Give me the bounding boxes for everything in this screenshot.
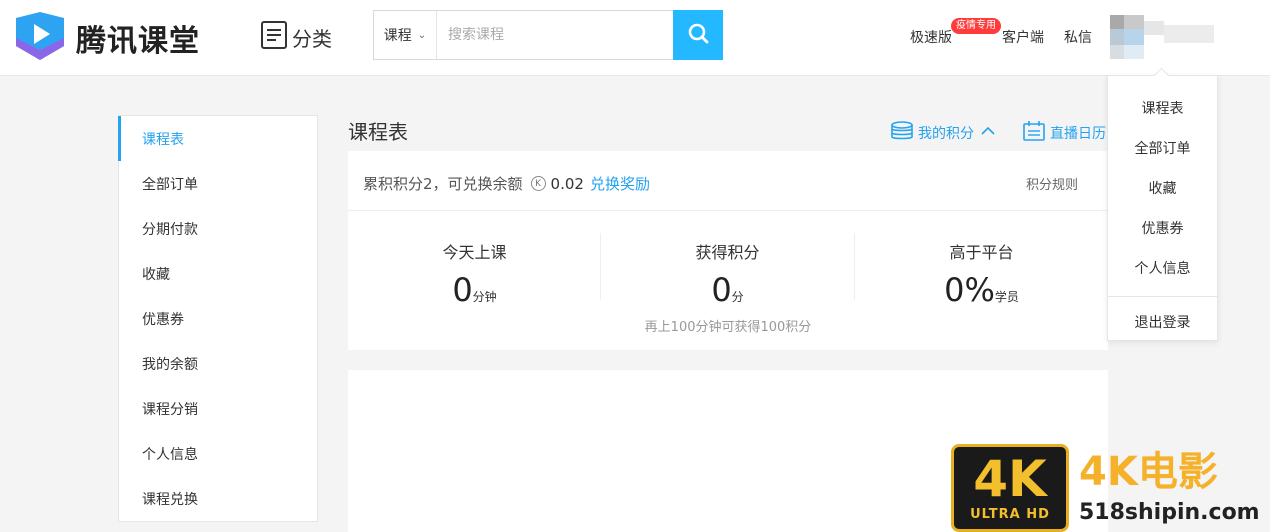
- menu-item-orders[interactable]: 全部订单: [1108, 138, 1217, 158]
- watermark-badge-sub: ULTRA HD: [970, 507, 1050, 522]
- my-points-label: 我的积分: [918, 126, 974, 142]
- watermark-badge: 4K ULTRA HD: [951, 444, 1069, 532]
- stat-label: 获得积分: [695, 243, 760, 262]
- search-icon: [687, 22, 709, 48]
- stat-label: 高于平台: [949, 243, 1014, 262]
- calendar-icon: [1023, 121, 1050, 145]
- stat-value: 0%学员: [855, 271, 1108, 309]
- avatar-pixel: [1124, 45, 1144, 59]
- points-summary: 累积积分2，可兑换余额 K 0.02 兑换奖励: [363, 173, 650, 194]
- chevron-up-icon: [974, 125, 996, 141]
- search-bar: 课程 ⌄: [373, 10, 723, 60]
- category-list-icon: [260, 20, 288, 54]
- search-type-select[interactable]: 课程 ⌄: [374, 11, 437, 59]
- client-link[interactable]: 客户端: [1002, 27, 1044, 47]
- avatar-pixel: [1124, 15, 1144, 29]
- sidebar-item-coupons[interactable]: 优惠券: [119, 296, 317, 341]
- avatar-pixel: [1124, 29, 1144, 45]
- live-calendar-label: 直播日历: [1050, 126, 1106, 142]
- sidebar-item-installments[interactable]: 分期付款: [119, 206, 317, 251]
- sidebar-item-profile[interactable]: 个人信息: [119, 431, 317, 476]
- sidebar: 课程表 全部订单 分期付款 收藏 优惠券 我的余额 课程分销 个人信息 课程兑换: [118, 115, 318, 522]
- page-title: 课程表: [348, 120, 408, 144]
- search-type-label: 课程: [383, 28, 412, 44]
- stat-points-earned: 获得积分 0分: [601, 239, 854, 309]
- watermark-title: 4K电影: [1079, 449, 1218, 495]
- points-summary-row: 累积积分2，可兑换余额 K 0.02 兑换奖励 积分规则: [348, 151, 1108, 211]
- logout-button[interactable]: 退出登录: [1108, 312, 1217, 332]
- watermark-badge-main: 4K: [973, 450, 1047, 508]
- points-card: 累积积分2，可兑换余额 K 0.02 兑换奖励 积分规则 今天上课 0分钟 获得…: [348, 151, 1108, 350]
- lite-badge: 疫情专用: [951, 18, 1001, 34]
- menu-divider: [1108, 296, 1217, 297]
- stat-value: 0分: [601, 271, 854, 309]
- stat-label: 今天上课: [442, 243, 507, 262]
- sidebar-item-favorites[interactable]: 收藏: [119, 251, 317, 296]
- stat-unit: 分钟: [472, 290, 497, 304]
- avatar-pixel: [1144, 21, 1164, 35]
- stat-value: 0分钟: [348, 271, 601, 309]
- points-summary-text: 累积积分2，可兑换余额: [363, 175, 523, 193]
- avatar-pixel: [1110, 29, 1124, 45]
- redeemable-balance: 0.02: [550, 174, 584, 193]
- search-button[interactable]: [673, 10, 723, 60]
- top-header: 腾讯课堂 分类 课程 ⌄ 极速版 疫情专用: [0, 0, 1270, 76]
- menu-item-profile[interactable]: 个人信息: [1108, 258, 1217, 278]
- menu-item-favorites[interactable]: 收藏: [1108, 178, 1217, 198]
- avatar[interactable]: [1110, 15, 1215, 59]
- stat-unit: 学员: [994, 290, 1019, 304]
- coin-icon: K: [530, 176, 546, 191]
- watermark: 4K ULTRA HD 4K电影 518shipin.com: [951, 444, 1270, 532]
- avatar-pixel: [1110, 15, 1124, 29]
- points-hint: 再上100分钟可获得100积分: [644, 320, 812, 335]
- category-menu[interactable]: 分类: [260, 20, 332, 54]
- chevron-down-icon: ⌄: [417, 29, 427, 41]
- avatar-pixel: [1164, 25, 1214, 43]
- live-calendar-link[interactable]: 直播日历: [1023, 121, 1106, 145]
- menu-item-schedule[interactable]: 课程表: [1108, 98, 1217, 118]
- sidebar-item-distribution[interactable]: 课程分销: [119, 386, 317, 431]
- my-points-toggle[interactable]: 我的积分: [890, 121, 996, 145]
- sidebar-item-balance[interactable]: 我的余额: [119, 341, 317, 386]
- stat-today-class: 今天上课 0分钟: [348, 239, 601, 309]
- logo-text: 腾讯课堂: [76, 24, 200, 59]
- database-icon: [890, 121, 918, 145]
- redeem-reward-link[interactable]: 兑换奖励: [590, 173, 650, 194]
- stat-number: 0: [711, 271, 732, 309]
- avatar-pixel: [1110, 45, 1124, 59]
- message-link[interactable]: 私信: [1064, 27, 1092, 47]
- watermark-url: 518shipin.com: [1079, 500, 1260, 525]
- stat-number: 0%: [944, 271, 995, 309]
- stat-above-platform: 高于平台 0%学员: [855, 239, 1108, 309]
- stat-unit: 分: [731, 290, 744, 304]
- user-dropdown-menu: 课程表 全部订单 收藏 优惠券 个人信息 退出登录: [1107, 75, 1218, 341]
- stat-number: 0: [452, 271, 473, 309]
- lite-version-link[interactable]: 极速版: [910, 27, 952, 47]
- points-rules-link[interactable]: 积分规则: [1026, 174, 1078, 193]
- logo-play-icon: [12, 10, 68, 66]
- sidebar-item-schedule[interactable]: 课程表: [118, 116, 317, 161]
- category-label: 分类: [292, 26, 332, 51]
- menu-item-coupons[interactable]: 优惠券: [1108, 218, 1217, 238]
- sidebar-item-orders[interactable]: 全部订单: [119, 161, 317, 206]
- logo[interactable]: 腾讯课堂: [12, 10, 200, 66]
- sidebar-item-redeem[interactable]: 课程兑换: [119, 476, 317, 521]
